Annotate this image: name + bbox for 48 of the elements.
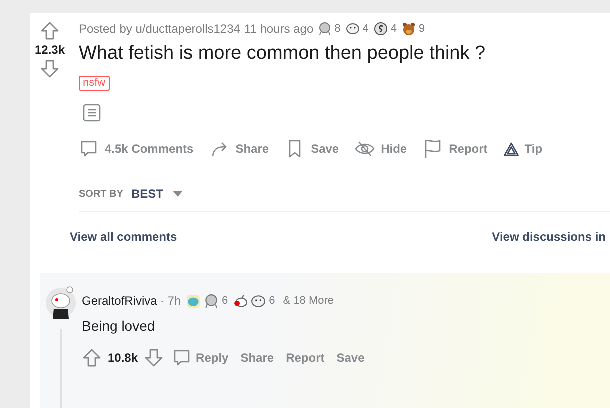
award-count: 8 bbox=[334, 23, 341, 35]
award-count: 4 bbox=[390, 23, 397, 35]
upvote-icon[interactable] bbox=[82, 348, 102, 368]
nsfw-tag: nsfw bbox=[79, 76, 110, 91]
comment-icon bbox=[79, 139, 99, 159]
avatar-icon[interactable] bbox=[45, 285, 77, 321]
tip-icon bbox=[504, 142, 519, 156]
award-medal-icon[interactable] bbox=[318, 22, 332, 36]
award-coin-icon[interactable] bbox=[374, 22, 388, 36]
save-button[interactable]: Save bbox=[285, 137, 340, 161]
comment-action-button[interactable]: Share bbox=[236, 349, 278, 367]
post-author[interactable]: Posted by u/ducttaperolls1234 bbox=[79, 22, 240, 36]
share-button[interactable]: Share bbox=[210, 137, 270, 161]
award-face-icon[interactable] bbox=[346, 22, 360, 36]
downvote-icon[interactable] bbox=[40, 59, 60, 79]
award-count: 6 bbox=[222, 295, 228, 307]
award-medal-icon[interactable] bbox=[204, 294, 220, 308]
reply-button[interactable]: Reply bbox=[168, 346, 233, 370]
text-post-icon bbox=[82, 103, 102, 123]
comment-text: Being loved bbox=[82, 318, 156, 334]
comment-time: · 7h bbox=[160, 294, 182, 308]
post-title[interactable]: What fetish is more common then people think ? bbox=[79, 43, 610, 65]
hide-icon bbox=[355, 139, 376, 159]
award-count: 9 bbox=[419, 23, 426, 35]
award-face-icon[interactable] bbox=[251, 294, 266, 308]
post-time: 11 hours ago bbox=[244, 22, 314, 36]
comment-action-button[interactable]: Save bbox=[332, 349, 369, 367]
report-button[interactable]: Report bbox=[423, 137, 488, 161]
tip-button[interactable]: Tip bbox=[504, 140, 543, 158]
sort-label: SORT BY bbox=[79, 188, 124, 200]
view-discussions-link[interactable]: View discussions in bbox=[492, 230, 606, 254]
caret-icon bbox=[173, 191, 184, 197]
hide-button[interactable]: Hide bbox=[355, 137, 408, 161]
post-score: 12.3k bbox=[34, 43, 66, 57]
comment-author[interactable]: GeraltofRiviva bbox=[82, 294, 158, 308]
report-icon bbox=[423, 139, 444, 159]
comment-button[interactable]: 4.5k Comments bbox=[79, 137, 194, 161]
award-drop-icon[interactable] bbox=[186, 294, 202, 308]
view-all-comments-link[interactable]: View all comments bbox=[70, 230, 178, 254]
sort-dropdown[interactable]: BEST bbox=[131, 187, 184, 201]
award-count: 6 bbox=[269, 295, 276, 307]
more-awards-link[interactable]: & 18 More bbox=[283, 295, 334, 307]
award-count: 4 bbox=[362, 23, 369, 35]
upvote-icon[interactable] bbox=[40, 21, 60, 41]
comment-action-button[interactable]: Report bbox=[282, 349, 329, 367]
comment-score: 10.8k bbox=[108, 351, 138, 365]
downvote-icon[interactable] bbox=[144, 348, 164, 368]
comment-icon bbox=[172, 348, 192, 368]
